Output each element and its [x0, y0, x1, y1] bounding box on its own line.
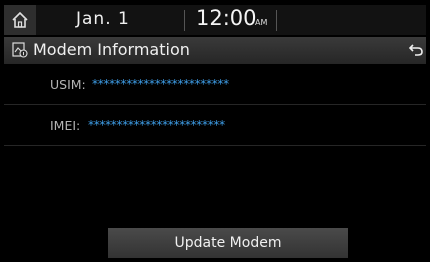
imei-label: IMEI: [50, 118, 81, 133]
imei-row: IMEI: ************************ [4, 105, 426, 146]
status-divider [276, 10, 277, 31]
page-title: Modem Information [33, 40, 190, 59]
usim-row: USIM: ************************ [4, 64, 426, 105]
home-icon [12, 11, 28, 28]
title-bar: Modem Information [4, 37, 426, 64]
home-button[interactable] [4, 5, 36, 35]
modem-information-screen: Jan. 1 12:00 AM Modem Information USIM: … [0, 0, 430, 262]
usim-value: ************************ [92, 77, 229, 91]
back-icon[interactable] [409, 43, 423, 57]
modem-info-icon [12, 42, 28, 58]
status-time: 12:00 [196, 6, 257, 30]
status-ampm: AM [255, 18, 268, 27]
status-divider [184, 10, 185, 31]
update-modem-button[interactable]: Update Modem [108, 228, 348, 258]
status-date: Jan. 1 [76, 9, 130, 29]
imei-value: ************************ [88, 118, 225, 132]
usim-label: USIM: [50, 77, 86, 92]
